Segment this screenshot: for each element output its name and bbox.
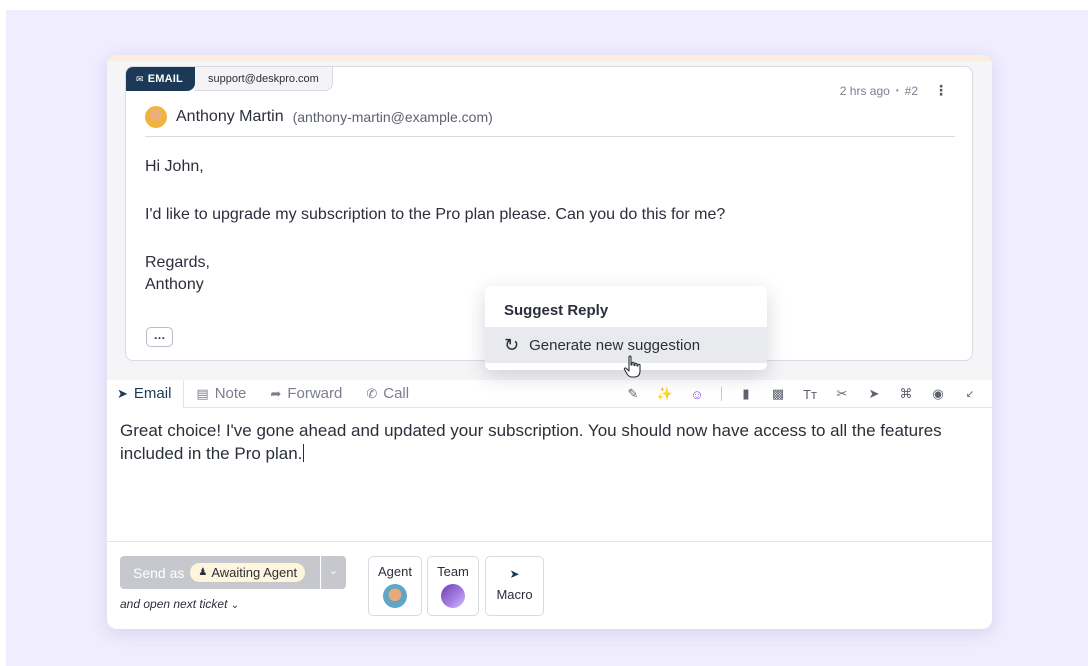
pen-icon[interactable]: ✎ (617, 386, 649, 402)
tab-label: Forward (287, 385, 343, 402)
sender: Anthony Martin (anthony-martin@example.c… (145, 106, 493, 128)
tab-call[interactable]: ✆ Call (354, 380, 421, 408)
user-icon: ♟ (198, 567, 208, 578)
tab-email[interactable]: ➤ Email (107, 379, 185, 408)
message-meta: 2 hrs ago • #2 ⋮ (840, 82, 948, 99)
tab-label: Note (214, 385, 247, 402)
body-signoff: Regards, (145, 254, 210, 271)
next-ticket-label: and open next ticket (120, 597, 228, 611)
scissors-icon[interactable]: ✂ (826, 386, 858, 402)
emoji-icon[interactable]: ☺ (681, 387, 713, 402)
globe-icon[interactable]: ◉ (922, 386, 954, 402)
message-body: Hi John, I'd like to upgrade my subscrip… (145, 156, 945, 296)
envelope-icon: ✉ (136, 73, 144, 84)
team-assign-button[interactable]: Team (427, 556, 479, 616)
tool-divider (721, 387, 722, 401)
trash-icon[interactable]: ▮ (730, 386, 762, 402)
forward-icon: ➦ (270, 385, 282, 401)
sender-name[interactable]: Anthony Martin (176, 108, 284, 126)
status-label: Awaiting Agent (211, 565, 298, 580)
reply-text: Great choice! I've gone ahead and update… (120, 421, 942, 463)
reply-toolbar: ➤ Email ▤ Note ➦ Forward ✆ Call ✎ ✨ ☺ ▮ … (107, 379, 992, 408)
message-time: 2 hrs ago (839, 83, 890, 98)
hand-pointer-icon (623, 355, 641, 378)
send-icon: ➤ (117, 385, 128, 401)
team-avatar (441, 584, 465, 608)
phone-icon: ✆ (366, 385, 378, 401)
menu-item-label: Generate new suggestion (529, 336, 701, 354)
chevron-down-icon: ⌄ (230, 600, 240, 611)
tab-label: Call (383, 385, 410, 402)
more-options-icon[interactable]: ⋮ (934, 82, 948, 99)
editor-tools: ✎ ✨ ☺ ▮ ▩ Tᴛ ✂ ➤ ⌘ ◉ ↙ (617, 380, 986, 408)
send-label: Send as (133, 564, 185, 581)
reply-editor[interactable]: Great choice! I've gone ahead and update… (120, 419, 980, 465)
send-options-chevron-icon[interactable]: ⌄ (321, 556, 346, 589)
macro-button[interactable]: ➤ Macro (485, 556, 544, 616)
meta-separator: • (895, 86, 899, 95)
magic-wand-icon[interactable]: ✨ (649, 386, 681, 402)
show-more-button[interactable]: … (146, 327, 173, 347)
snippet-icon[interactable]: ▩ (762, 386, 794, 402)
inbox-address: support@deskpro.com (194, 67, 333, 91)
avatar (145, 106, 167, 128)
tab-label: Email (133, 385, 172, 402)
team-label: Team (437, 564, 469, 579)
message-channel-tag: ✉ EMAIL support@deskpro.com (126, 67, 333, 91)
menu-title: Suggest Reply (504, 302, 609, 319)
agent-label: Agent (378, 564, 412, 579)
sender-email: (anthony-martin@example.com) (292, 109, 493, 125)
rocket-icon: ➤ (509, 567, 520, 581)
send-button[interactable]: Send as ♟ Awaiting Agent (120, 556, 320, 589)
previous-message-edge (107, 55, 992, 61)
agent-avatar (383, 584, 407, 608)
agent-assign-button[interactable]: Agent (368, 556, 422, 616)
body-line: I'd like to upgrade my subscription to t… (145, 206, 726, 223)
reply-footer: Send as ♟ Awaiting Agent ⌄ and open next… (107, 541, 992, 629)
tab-note[interactable]: ▤ Note (184, 380, 258, 408)
text-format-icon[interactable]: Tᴛ (794, 387, 826, 402)
refresh-icon: ↻ (504, 334, 520, 355)
body-greeting: Hi John, (145, 158, 204, 175)
paperclip-icon[interactable]: ⌘ (890, 386, 922, 402)
macro-label: Macro (496, 587, 533, 602)
status-badge[interactable]: ♟ Awaiting Agent (190, 563, 306, 582)
note-icon: ▤ (196, 385, 209, 401)
open-next-ticket-toggle[interactable]: and open next ticket ⌄ (120, 597, 239, 611)
tab-forward[interactable]: ➦ Forward (258, 380, 354, 408)
channel-label: EMAIL (147, 73, 183, 85)
message-number: #2 (904, 83, 918, 98)
collapse-icon[interactable]: ↙ (954, 389, 986, 400)
rocket-icon[interactable]: ➤ (858, 386, 890, 402)
header-divider (145, 136, 955, 137)
text-caret (303, 444, 305, 462)
